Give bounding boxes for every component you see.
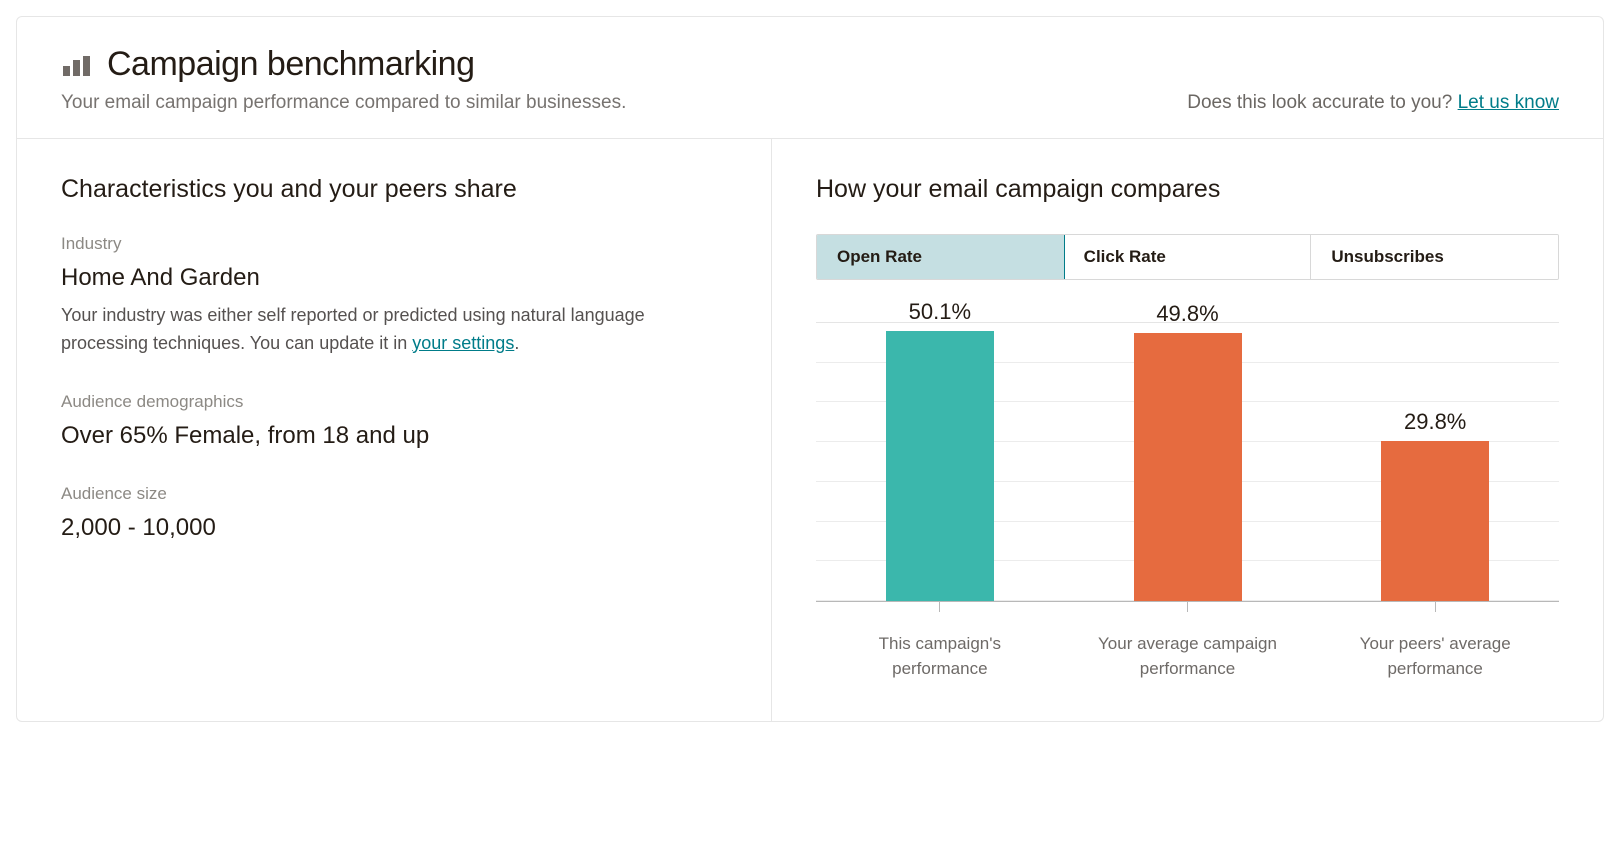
tab-open-rate[interactable]: Open Rate xyxy=(816,234,1065,280)
comparison-title: How your email campaign compares xyxy=(816,175,1559,204)
x-label-0: This campaign's performance xyxy=(850,632,1030,681)
industry-note: Your industry was either self reported o… xyxy=(61,302,701,358)
bar-chart-icon xyxy=(61,54,91,76)
chart-plot-area: 50.1% 49.8% 29.8% xyxy=(816,322,1559,602)
card-header: Campaign benchmarking Your email campaig… xyxy=(17,17,1603,139)
bar-this-campaign xyxy=(886,331,994,601)
industry-label: Industry xyxy=(61,234,727,254)
page-subtitle: Your email campaign performance compared… xyxy=(61,92,626,114)
bar-label-0: 50.1% xyxy=(909,299,971,325)
page-title: Campaign benchmarking xyxy=(107,45,474,84)
tab-unsubscribes[interactable]: Unsubscribes xyxy=(1311,235,1558,279)
demographics-block: Audience demographics Over 65% Female, f… xyxy=(61,392,727,450)
bar-peers-average xyxy=(1381,441,1489,601)
comparison-chart: 50.1% 49.8% 29.8% This campa xyxy=(816,304,1559,681)
card-body: Characteristics you and your peers share… xyxy=(17,139,1603,721)
industry-block: Industry Home And Garden Your industry w… xyxy=(61,234,727,358)
bar-your-average xyxy=(1134,333,1242,601)
bar-slot-this-campaign: 50.1% xyxy=(816,299,1064,601)
feedback-link[interactable]: Let us know xyxy=(1458,92,1559,113)
bar-slot-your-average: 49.8% xyxy=(1064,301,1312,601)
industry-value: Home And Garden xyxy=(61,264,727,292)
bar-label-2: 29.8% xyxy=(1404,409,1466,435)
chart-x-axis: This campaign's performance Your average… xyxy=(816,602,1559,681)
bar-label-1: 49.8% xyxy=(1156,301,1218,327)
characteristics-title: Characteristics you and your peers share xyxy=(61,175,727,204)
benchmarking-card: Campaign benchmarking Your email campaig… xyxy=(16,16,1604,722)
industry-note-pre: Your industry was either self reported o… xyxy=(61,305,645,353)
x-tick-2: Your peers' average performance xyxy=(1311,602,1559,681)
title-row: Campaign benchmarking xyxy=(61,45,626,84)
tab-click-rate[interactable]: Click Rate xyxy=(1064,235,1312,279)
comparison-panel: How your email campaign compares Open Ra… xyxy=(772,139,1603,721)
audience-size-value: 2,000 - 10,000 xyxy=(61,514,727,542)
x-label-2: Your peers' average performance xyxy=(1345,632,1525,681)
demographics-value: Over 65% Female, from 18 and up xyxy=(61,422,727,450)
x-tick-1: Your average campaign performance xyxy=(1064,602,1312,681)
x-label-1: Your average campaign performance xyxy=(1098,632,1278,681)
demographics-label: Audience demographics xyxy=(61,392,727,412)
bar-slot-peers-average: 29.8% xyxy=(1311,409,1559,601)
title-wrap: Campaign benchmarking Your email campaig… xyxy=(61,45,626,114)
feedback-text: Does this look accurate to you? xyxy=(1187,92,1457,113)
characteristics-panel: Characteristics you and your peers share… xyxy=(17,139,772,721)
industry-note-post: . xyxy=(514,333,519,353)
settings-link[interactable]: your settings xyxy=(412,333,514,353)
x-tick-0: This campaign's performance xyxy=(816,602,1064,681)
metric-tabs: Open Rate Click Rate Unsubscribes xyxy=(816,234,1559,280)
audience-size-label: Audience size xyxy=(61,484,727,504)
audience-size-block: Audience size 2,000 - 10,000 xyxy=(61,484,727,542)
feedback-prompt: Does this look accurate to you? Let us k… xyxy=(1187,92,1559,114)
